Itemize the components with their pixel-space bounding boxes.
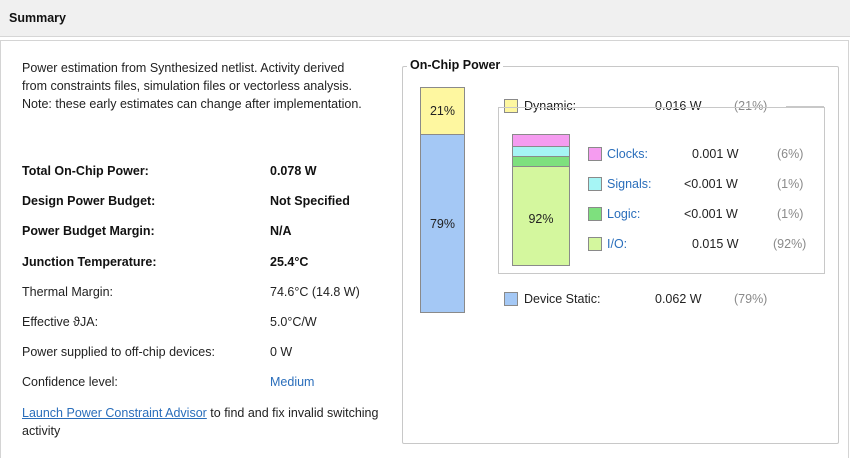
io-link[interactable]: I/O: <box>607 236 627 252</box>
confidence-level-link[interactable]: Medium <box>270 373 314 391</box>
io-swatch <box>588 237 602 251</box>
summary-header: Summary <box>0 0 850 37</box>
static-swatch <box>504 292 518 306</box>
confidence-label: Confidence level: <box>22 375 118 389</box>
logic-link[interactable]: Logic: <box>607 206 640 222</box>
static-bar-pct: 79% <box>429 217 456 231</box>
effective-theta-value: 5.0°C/W <box>270 315 317 329</box>
logic-segment <box>513 157 569 167</box>
thermal-margin-value: 74.6°C (14.8 W) <box>270 285 360 299</box>
offchip-power-value: 0 W <box>270 345 293 359</box>
power-budget-value: Not Specified <box>270 194 350 208</box>
io-segment-pct: 92% <box>528 212 554 226</box>
thermal-margin-label: Thermal Margin: <box>22 285 113 299</box>
offchip-power-label: Power supplied to off-chip devices: <box>22 345 215 359</box>
clocks-pct: (6%) <box>777 147 804 161</box>
io-value: 0.015 W <box>692 237 739 251</box>
logic-value: <0.001 W <box>684 207 738 221</box>
launch-advisor-link[interactable]: Launch Power Constraint Advisor <box>22 406 207 420</box>
junction-temp-label: Junction Temperature: <box>22 255 157 269</box>
dynamic-breakdown-bar: 92% <box>512 134 570 266</box>
effective-theta-label: Effective ϑJA: <box>22 315 99 329</box>
junction-temp-value: 25.4°C <box>270 255 309 269</box>
power-budget-label: Design Power Budget: <box>22 194 156 208</box>
io-pct: (92%) <box>773 237 807 251</box>
static-label: Device Static: <box>524 292 601 306</box>
budget-margin-label: Power Budget Margin: <box>22 224 155 238</box>
signals-value: <0.001 W <box>684 177 738 191</box>
dynamic-power-bar: 21% <box>420 87 465 135</box>
total-power-label: Total On-Chip Power: <box>22 164 149 178</box>
on-chip-power-title: On-Chip Power <box>407 58 504 72</box>
logic-pct: (1%) <box>777 207 804 221</box>
static-pct: (79%) <box>734 292 768 306</box>
dynamic-divider <box>786 106 824 107</box>
clocks-segment <box>513 135 569 147</box>
signals-link[interactable]: Signals: <box>607 176 651 192</box>
signals-pct: (1%) <box>777 177 804 191</box>
budget-margin-value: N/A <box>270 224 292 238</box>
static-value: 0.062 W <box>655 292 702 306</box>
static-power-bar: 79% <box>420 134 465 313</box>
summary-title: Summary <box>9 11 66 25</box>
clocks-swatch <box>588 147 602 161</box>
signals-segment <box>513 147 569 157</box>
clocks-link[interactable]: Clocks: <box>607 146 648 162</box>
clocks-value: 0.001 W <box>692 147 739 161</box>
signals-swatch <box>588 177 602 191</box>
intro-text: Power estimation from Synthesized netlis… <box>22 61 362 111</box>
dynamic-bar-pct: 21% <box>429 104 456 118</box>
logic-swatch <box>588 207 602 221</box>
total-power-value: 0.078 W <box>270 164 317 178</box>
advisor-text: Launch Power Constraint Advisor to find … <box>22 404 402 440</box>
